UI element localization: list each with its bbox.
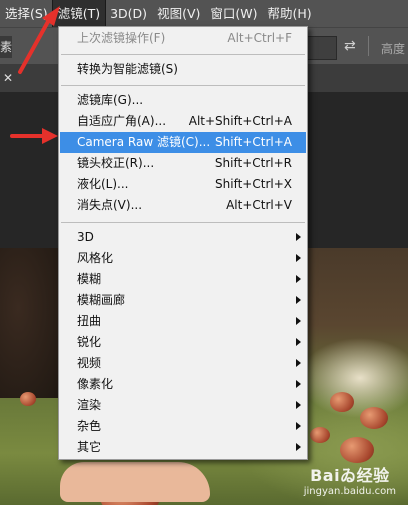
menu-item-label: 消失点(V)... <box>77 198 143 212</box>
menu-item-shortcut: Alt+Ctrl+F <box>227 31 292 45</box>
watermark: Baiゐ经验 jingyan.baidu.com <box>304 462 396 497</box>
submenu-stylize[interactable]: 风格化 <box>60 248 306 269</box>
menu-view[interactable]: 视图(V) <box>152 0 205 27</box>
menu-item-vanishing-point[interactable]: 消失点(V)... Alt+Ctrl+V <box>60 195 306 216</box>
apple <box>360 407 388 429</box>
menu-item-convert-smart-filter[interactable]: 转换为智能滤镜(S) <box>60 59 306 80</box>
menu-window[interactable]: 窗口(W) <box>205 0 262 27</box>
submenu-other[interactable]: 其它 <box>60 437 306 458</box>
photo-dark-area <box>0 248 60 398</box>
apple <box>310 427 330 443</box>
divider <box>368 36 369 56</box>
apple <box>330 392 354 412</box>
menu-item-label: 转换为智能滤镜(S) <box>77 62 178 76</box>
menu-item-shortcut: Shift+Ctrl+X <box>215 177 292 191</box>
options-left-field[interactable]: 素 <box>0 36 12 58</box>
submenu-arrow-icon <box>296 338 301 346</box>
menu-item-label: 杂色 <box>77 419 102 433</box>
submenu-arrow-icon <box>296 443 301 451</box>
menu-item-shortcut: Shift+Ctrl+A <box>215 135 292 149</box>
submenu-arrow-icon <box>296 275 301 283</box>
submenu-blur[interactable]: 模糊 <box>60 269 306 290</box>
submenu-arrow-icon <box>296 380 301 388</box>
submenu-video[interactable]: 视频 <box>60 353 306 374</box>
menu-item-camera-raw[interactable]: Camera Raw 滤镜(C)... Shift+Ctrl+A <box>60 132 306 153</box>
submenu-arrow-icon <box>296 359 301 367</box>
submenu-sharpen[interactable]: 锐化 <box>60 332 306 353</box>
menu-item-adaptive-wide-angle[interactable]: 自适应广角(A)... Alt+Shift+Ctrl+A <box>60 111 306 132</box>
menu-item-label: Camera Raw 滤镜(C)... <box>77 135 211 149</box>
menu-item-label: 自适应广角(A)... <box>77 114 167 128</box>
submenu-arrow-icon <box>296 254 301 262</box>
annotation-arrow-camera-raw-icon <box>10 128 58 144</box>
apple <box>20 392 36 406</box>
menu-item-label: 渲染 <box>77 398 102 412</box>
submenu-distort[interactable]: 扭曲 <box>60 311 306 332</box>
height-label: 高度 <box>381 42 406 56</box>
menu-item-label: 液化(L)... <box>77 177 129 191</box>
menu-item-shortcut: Alt+Shift+Ctrl+A <box>188 114 292 128</box>
submenu-pixelate[interactable]: 像素化 <box>60 374 306 395</box>
submenu-arrow-icon <box>296 296 301 304</box>
menu-separator <box>61 222 305 223</box>
submenu-noise[interactable]: 杂色 <box>60 416 306 437</box>
menu-item-last-filter: 上次滤镜操作(F) Alt+Ctrl+F <box>60 28 306 49</box>
options-width-field[interactable] <box>305 36 337 60</box>
menu-item-filter-gallery[interactable]: 滤镜库(G)... <box>60 90 306 111</box>
menu-3d[interactable]: 3D(D) <box>105 0 152 27</box>
submenu-blur-gallery[interactable]: 模糊画廊 <box>60 290 306 311</box>
filter-menu: 上次滤镜操作(F) Alt+Ctrl+F 转换为智能滤镜(S) 滤镜库(G)..… <box>58 26 308 460</box>
menu-item-label: 扭曲 <box>77 314 102 328</box>
menu-item-label: 锐化 <box>77 335 102 349</box>
menu-item-lens-correction[interactable]: 镜头校正(R)... Shift+Ctrl+R <box>60 153 306 174</box>
menu-item-label: 模糊画廊 <box>77 293 126 307</box>
submenu-render[interactable]: 渲染 <box>60 395 306 416</box>
menu-separator <box>61 54 305 55</box>
menu-item-label: 像素化 <box>77 377 114 391</box>
swap-icon[interactable]: ⇄ <box>344 38 356 54</box>
menu-item-label: 风格化 <box>77 251 114 265</box>
menu-item-shortcut: Alt+Ctrl+V <box>226 198 292 212</box>
menu-item-label: 3D <box>77 230 94 244</box>
menu-item-label: 上次滤镜操作(F) <box>77 31 166 45</box>
annotation-arrow-menu-icon <box>18 6 60 74</box>
menu-item-label: 滤镜库(G)... <box>77 93 144 107</box>
menu-item-label: 模糊 <box>77 272 102 286</box>
menu-item-label: 视频 <box>77 356 102 370</box>
hand <box>60 462 210 502</box>
menu-item-label: 镜头校正(R)... <box>77 156 155 170</box>
submenu-arrow-icon <box>296 401 301 409</box>
menu-item-liquify[interactable]: 液化(L)... Shift+Ctrl+X <box>60 174 306 195</box>
submenu-arrow-icon <box>296 317 301 325</box>
menu-separator <box>61 85 305 86</box>
menu-item-label: 其它 <box>77 440 102 454</box>
close-icon[interactable]: ✕ <box>3 71 13 85</box>
submenu-arrow-icon <box>296 233 301 241</box>
submenu-3d[interactable]: 3D <box>60 227 306 248</box>
watermark-title: Baiゐ经验 <box>310 466 390 485</box>
menu-help[interactable]: 帮助(H) <box>263 0 317 27</box>
apple <box>340 437 374 463</box>
menu-item-shortcut: Shift+Ctrl+R <box>214 156 292 170</box>
submenu-arrow-icon <box>296 422 301 430</box>
watermark-subtitle: jingyan.baidu.com <box>303 486 396 497</box>
